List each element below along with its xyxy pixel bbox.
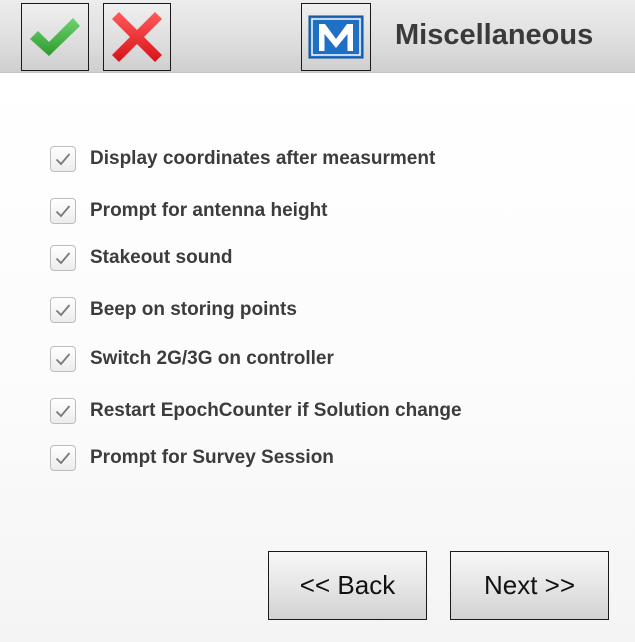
checkbox[interactable] xyxy=(50,297,76,323)
confirm-button[interactable] xyxy=(21,3,89,71)
checkbox[interactable] xyxy=(50,398,76,424)
app-logo xyxy=(301,3,371,71)
checkbox[interactable] xyxy=(50,346,76,372)
option-antenna-height[interactable]: Prompt for antenna height xyxy=(50,196,328,226)
header-bar: Miscellaneous xyxy=(0,0,635,73)
checkmark-icon xyxy=(55,252,71,265)
cross-icon xyxy=(112,12,162,62)
checkbox[interactable] xyxy=(50,198,76,224)
option-label: Switch 2G/3G on controller xyxy=(90,348,334,369)
checkmark-icon xyxy=(55,405,71,418)
option-stakeout-sound[interactable]: Stakeout sound xyxy=(50,243,233,273)
option-label: Prompt for Survey Session xyxy=(90,447,334,468)
checkmark-icon xyxy=(30,18,80,56)
option-label: Beep on storing points xyxy=(90,299,297,320)
option-survey-session[interactable]: Prompt for Survey Session xyxy=(50,443,334,473)
checkmark-icon xyxy=(55,452,71,465)
option-label: Stakeout sound xyxy=(90,247,233,268)
page-title: Miscellaneous xyxy=(395,19,594,51)
option-switch-2g3g[interactable]: Switch 2G/3G on controller xyxy=(50,344,334,374)
checkmark-icon xyxy=(55,353,71,366)
checkmark-icon xyxy=(55,153,71,166)
option-label: Restart EpochCounter if Solution change xyxy=(90,400,462,421)
logo-m-icon xyxy=(308,15,364,59)
option-label: Display coordinates after measurment xyxy=(90,148,436,169)
back-button[interactable]: << Back xyxy=(268,551,427,620)
checkmark-icon xyxy=(55,304,71,317)
next-button[interactable]: Next >> xyxy=(450,551,609,620)
checkbox[interactable] xyxy=(50,445,76,471)
option-display-coordinates[interactable]: Display coordinates after measurment xyxy=(50,144,435,174)
checkbox[interactable] xyxy=(50,146,76,172)
option-restart-epochcounter[interactable]: Restart EpochCounter if Solution change xyxy=(50,396,462,426)
cancel-button[interactable] xyxy=(103,3,171,71)
checkbox[interactable] xyxy=(50,245,76,271)
option-label: Prompt for antenna height xyxy=(90,200,328,221)
option-beep-storing[interactable]: Beep on storing points xyxy=(50,295,297,325)
checkmark-icon xyxy=(55,205,71,218)
